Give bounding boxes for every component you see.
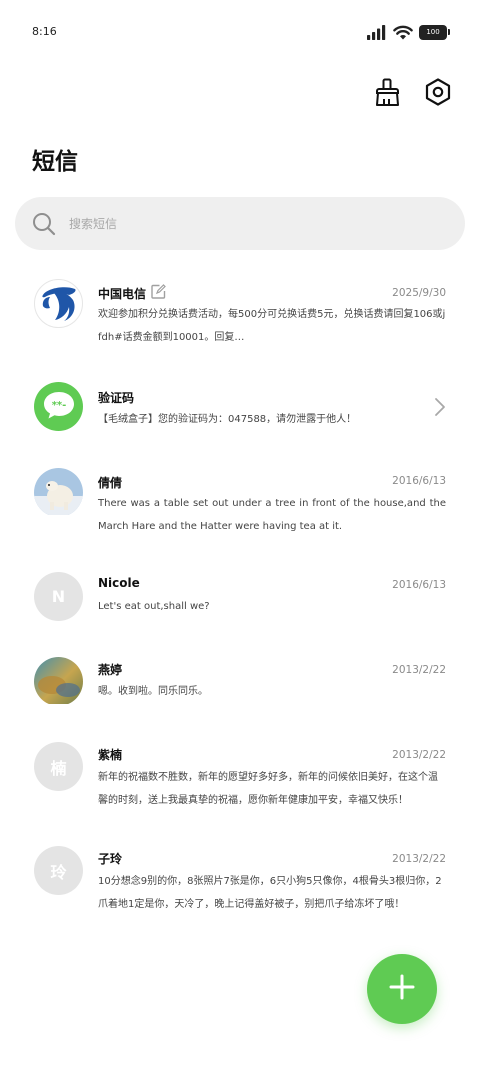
message-preview: There was a table set out under a tree i… — [98, 498, 446, 532]
conversation-item[interactable]: **- 验证码 【毛绒盒子】您的验证码为：047588，请勿泄露于他人！ — [0, 375, 480, 445]
message-preview: 10分想念9别的你，8张照片7张是你，6只小狗5只像你，4根骨头3根归你，2爪着… — [98, 876, 442, 910]
settings-button[interactable] — [422, 78, 454, 110]
contact-name-text: 燕婷 — [98, 663, 123, 677]
message-date: 2016/6/13 — [392, 579, 446, 591]
message-date: 2016/6/13 — [392, 475, 446, 487]
message-date: 2013/2/22 — [392, 749, 446, 761]
avatar: **- — [34, 382, 83, 431]
broom-icon — [374, 77, 402, 111]
battery-icon: 100 — [419, 24, 450, 40]
status-bar: 8:16 100 — [0, 0, 480, 66]
avatar: 玲 — [34, 846, 83, 895]
settings-hexagon-icon — [424, 77, 452, 111]
conversation-item[interactable]: 燕婷 2013/2/22 嗯。收到啦。同乐同乐。 — [0, 650, 480, 720]
china-telecom-logo — [37, 280, 81, 327]
contact-name: 中国电信 — [98, 284, 166, 302]
polar-bear-photo — [34, 468, 83, 517]
landscape-photo — [34, 657, 83, 706]
plus-icon — [387, 972, 417, 1006]
avatar: N — [34, 572, 83, 621]
contact-name: 验证码 — [98, 389, 134, 406]
conversation-item[interactable]: 中国电信 2025/9/30 欢迎参加积分兑换话费活动，每500分可兑换话费5元… — [0, 270, 480, 360]
message-preview: 新年的祝福数不胜数，新年的愿望好多好多，新年的问候依旧美好，在这个温馨的时刻，送… — [98, 772, 438, 806]
chevron-right-icon[interactable] — [434, 397, 446, 421]
contact-name: 倩倩 — [98, 474, 122, 491]
new-message-button[interactable] — [367, 954, 437, 1024]
contact-name-text: 子玲 — [98, 852, 123, 866]
wifi-icon — [393, 24, 413, 40]
top-toolbar — [372, 78, 454, 110]
contact-name-text: 验证码 — [98, 391, 135, 405]
status-time: 8:16 — [32, 25, 57, 38]
contact-name: 紫楠 — [98, 746, 122, 763]
contact-name: 燕婷 — [98, 661, 122, 678]
conversation-item[interactable]: 玲 子玲 2013/2/22 10分想念9别的你，8张照片7张是你，6只小狗5只… — [0, 839, 480, 929]
clean-button[interactable] — [372, 78, 404, 110]
message-preview: 欢迎参加积分兑换话费活动，每500分可兑换话费5元，兑换话费请回复106或jfd… — [98, 309, 446, 343]
search-input[interactable] — [69, 216, 409, 231]
contact-name-text: 倩倩 — [98, 476, 123, 490]
conversation-item[interactable]: 倩倩 2016/6/13 There was a table set out u… — [0, 460, 480, 550]
contact-name: 子玲 — [98, 850, 122, 867]
verification-code-icon: **- — [42, 390, 76, 424]
signal-icon — [367, 24, 387, 40]
message-date: 2013/2/22 — [392, 664, 446, 676]
conversation-item[interactable]: 楠 紫楠 2013/2/22 新年的祝福数不胜数，新年的愿望好多好多，新年的问候… — [0, 735, 480, 825]
conversation-item[interactable]: N Nicole 2016/6/13 Let's eat out,shall w… — [0, 565, 480, 635]
avatar — [34, 468, 83, 517]
battery-level: 100 — [419, 24, 447, 40]
message-preview: Let's eat out,shall we? — [98, 601, 210, 612]
edit-note-icon — [151, 284, 166, 302]
contact-name-text: 紫楠 — [98, 748, 123, 762]
avatar: 楠 — [34, 742, 83, 791]
battery-tip — [448, 29, 450, 35]
message-preview: 嗯。收到啦。同乐同乐。 — [98, 686, 208, 697]
search-bar[interactable] — [15, 197, 465, 250]
contact-name-text: 中国电信 — [98, 286, 147, 301]
avatar — [34, 279, 83, 328]
search-icon — [31, 211, 57, 237]
contact-name: Nicole — [98, 576, 140, 590]
message-date: 2025/9/30 — [392, 287, 446, 299]
message-preview: 【毛绒盒子】您的验证码为：047588，请勿泄露于他人！ — [98, 414, 357, 425]
page-title: 短信 — [32, 149, 78, 175]
status-icons: 100 — [367, 24, 450, 40]
avatar — [34, 657, 83, 706]
message-date: 2013/2/22 — [392, 853, 446, 865]
avatar-text: **- — [51, 400, 66, 411]
contact-name-text: Nicole — [98, 576, 140, 590]
